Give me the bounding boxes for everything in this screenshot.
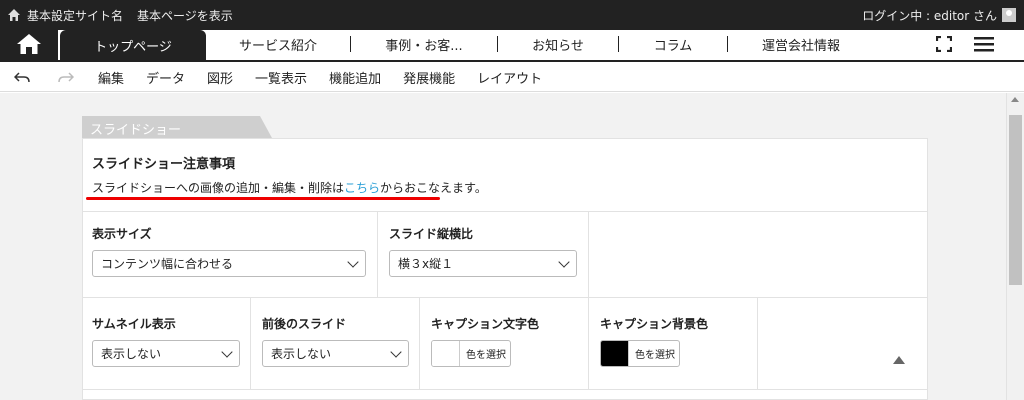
caption-text-color-swatch[interactable] xyxy=(432,341,460,366)
chevron-down-icon xyxy=(221,346,233,358)
row-divider xyxy=(83,211,927,212)
chevron-down-icon xyxy=(558,256,570,268)
prev-next-value: 表示しない xyxy=(271,347,332,361)
caption-text-color-label: キャプション文字色 xyxy=(431,317,540,331)
caption-bg-color-swatch[interactable] xyxy=(601,341,629,366)
section-tab-label: スライドショー xyxy=(90,123,182,138)
scroll-to-top-icon[interactable] xyxy=(893,356,905,364)
thumbnail-label: サムネイル表示 xyxy=(92,317,176,331)
notice-title: スライドショー注意事項 xyxy=(92,157,236,172)
aspect-ratio-select[interactable]: 横３x縦１ xyxy=(389,250,577,277)
home-icon xyxy=(17,34,41,54)
site-name[interactable]: 基本設定サイト名 xyxy=(27,7,123,24)
notice-text-after: からおこなえます。 xyxy=(380,181,487,195)
aspect-ratio-label: スライド縦横比 xyxy=(389,227,474,241)
nav-home-button[interactable] xyxy=(0,28,58,60)
notice-text-before: スライドショーへの画像の追加・編集・削除は xyxy=(92,181,345,195)
scroll-thumb[interactable] xyxy=(1009,115,1022,285)
undo-icon[interactable] xyxy=(14,71,30,84)
row-divider xyxy=(83,297,927,298)
main-nav: トップページ サービス紹介 事例・お客... お知らせ コラム 運営会社情報 xyxy=(0,28,1024,62)
highlight-underline xyxy=(86,197,440,200)
toolbar-list-view[interactable]: 一覧表示 xyxy=(255,68,307,87)
hamburger-menu-icon[interactable] xyxy=(974,36,994,52)
tab-top-page[interactable]: トップページ xyxy=(60,30,206,60)
nav-item-services[interactable]: サービス紹介 xyxy=(206,35,350,54)
toolbar-advanced[interactable]: 発展機能 xyxy=(403,68,455,87)
caption-bg-color-button[interactable]: 色を選択 xyxy=(629,346,675,361)
column-divider xyxy=(250,297,251,389)
toolbar-edit[interactable]: 編集 xyxy=(98,68,124,87)
editor-toolbar: 編集 データ 図形 一覧表示 機能追加 発展機能 レイアウト xyxy=(0,64,1024,92)
column-divider xyxy=(419,297,420,389)
toolbar-shape[interactable]: 図形 xyxy=(207,68,233,87)
toolbar-data[interactable]: データ xyxy=(146,68,185,87)
caption-text-color-picker[interactable]: 色を選択 xyxy=(431,340,511,367)
chevron-down-icon xyxy=(347,256,359,268)
thumbnail-select[interactable]: 表示しない xyxy=(92,340,240,367)
caption-bg-color-picker[interactable]: 色を選択 xyxy=(600,340,680,367)
chevron-down-icon xyxy=(390,346,402,358)
toolbar-layout[interactable]: レイアウト xyxy=(477,68,542,87)
notice-text: スライドショーへの画像の追加・編集・削除はこちらからおこなえます。 xyxy=(92,179,487,196)
avatar[interactable] xyxy=(1002,8,1016,22)
display-size-value: コンテンツ幅に合わせる xyxy=(101,257,234,271)
scroll-up-arrow-icon[interactable] xyxy=(1011,97,1019,102)
notice-link[interactable]: こちら xyxy=(344,181,380,195)
fullscreen-icon[interactable] xyxy=(936,36,952,52)
column-divider xyxy=(588,211,589,297)
login-status[interactable]: ログイン中 : editor さん xyxy=(862,7,997,24)
prev-next-select[interactable]: 表示しない xyxy=(262,340,409,367)
row-divider xyxy=(83,389,927,390)
page-title[interactable]: 基本ページを表示 xyxy=(137,7,233,24)
display-size-select[interactable]: コンテンツ幅に合わせる xyxy=(92,250,366,277)
nav-item-news[interactable]: お知らせ xyxy=(498,35,618,54)
nav-item-column[interactable]: コラム xyxy=(619,35,727,54)
prev-next-label: 前後のスライド xyxy=(262,317,347,331)
aspect-ratio-value: 横３x縦１ xyxy=(398,257,454,271)
caption-text-color-button[interactable]: 色を選択 xyxy=(460,346,506,361)
nav-item-company[interactable]: 運営会社情報 xyxy=(728,35,874,54)
vertical-scrollbar[interactable] xyxy=(1006,93,1024,400)
thumbnail-value: 表示しない xyxy=(101,347,162,361)
column-divider xyxy=(588,297,589,389)
column-divider xyxy=(757,297,758,389)
column-divider xyxy=(377,211,378,297)
admin-bar: 基本設定サイト名 基本ページを表示 ログイン中 : editor さん xyxy=(0,0,1024,30)
toolbar-add-feature[interactable]: 機能追加 xyxy=(329,68,381,87)
display-size-label: 表示サイズ xyxy=(92,227,152,241)
caption-bg-color-label: キャプション背景色 xyxy=(600,317,709,331)
nav-item-cases[interactable]: 事例・お客... xyxy=(351,35,497,54)
redo-icon[interactable] xyxy=(58,71,74,84)
home-icon[interactable] xyxy=(7,8,21,22)
section-tab-slideshow: スライドショー xyxy=(82,116,272,138)
